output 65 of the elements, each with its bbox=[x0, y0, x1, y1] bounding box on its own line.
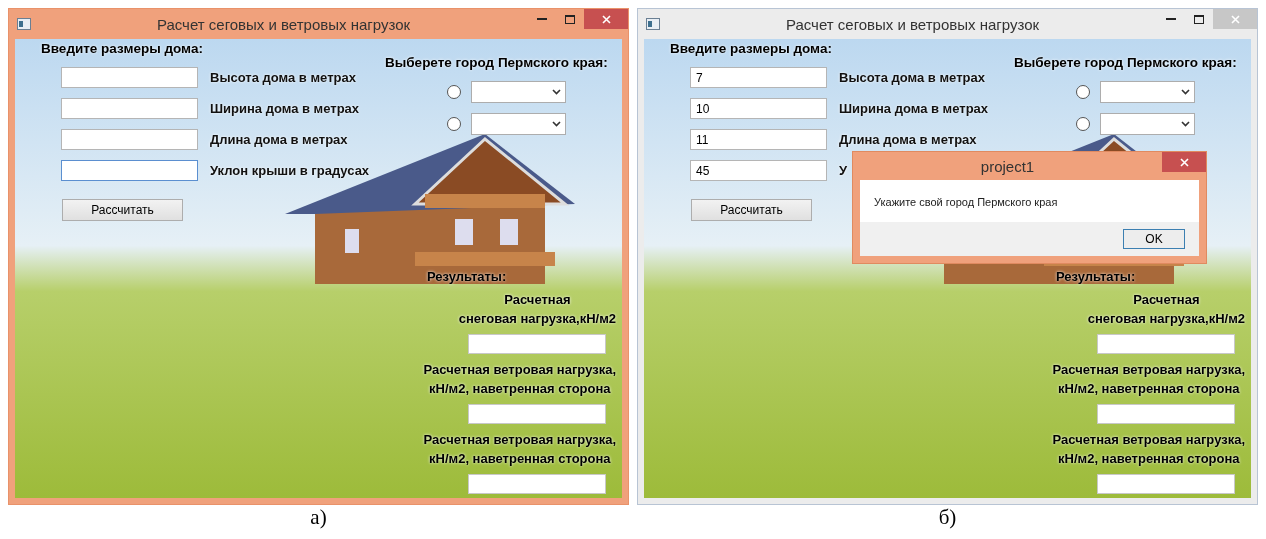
field-label: Высота дома в метрах bbox=[839, 70, 985, 85]
result-label: Расчетная ветровая нагрузка, кН/м2, наветренная сторона bbox=[1052, 361, 1245, 398]
close-icon bbox=[1179, 157, 1189, 167]
radio-button[interactable] bbox=[1076, 85, 1090, 99]
result-label: Расчетная снеговая нагрузка,кН/м2 bbox=[1087, 291, 1245, 328]
city-heading: Выберете город Пермского края: bbox=[385, 55, 608, 70]
input-field[interactable] bbox=[61, 160, 198, 181]
input-field[interactable]: 10 bbox=[690, 98, 827, 119]
app-icon bbox=[646, 18, 660, 30]
minimize-icon bbox=[1166, 18, 1176, 20]
app-icon bbox=[17, 18, 31, 30]
dimensions-heading: Введите размеры дома: bbox=[670, 41, 832, 56]
minimize-icon bbox=[537, 18, 547, 20]
dialog-message: Укажите свой город Пермского края bbox=[874, 196, 1058, 208]
calculate-button[interactable]: Рассчитать bbox=[62, 199, 183, 221]
result-field[interactable] bbox=[468, 474, 606, 494]
input-field[interactable] bbox=[61, 98, 198, 119]
city-dropdown[interactable] bbox=[1100, 81, 1195, 103]
radio-button[interactable] bbox=[1076, 117, 1090, 131]
window-title: Расчет сеговых и ветровых нагрузок bbox=[784, 15, 1041, 33]
field-label: Длина дома в метрах bbox=[839, 132, 977, 147]
city-dropdown[interactable] bbox=[471, 81, 566, 103]
city-dropdown[interactable] bbox=[1100, 113, 1195, 135]
ok-button[interactable]: OK bbox=[1123, 229, 1185, 249]
close-icon bbox=[601, 14, 611, 24]
field-label: Длина дома в метрах bbox=[210, 132, 348, 147]
results-heading: Результаты: bbox=[1056, 269, 1136, 284]
field-label: У bbox=[839, 163, 848, 178]
maximize-icon bbox=[1194, 14, 1204, 24]
input-field[interactable]: 45 bbox=[690, 160, 827, 181]
input-field[interactable]: 7 bbox=[690, 67, 827, 88]
close-icon bbox=[1230, 14, 1240, 24]
result-label: Расчетная ветровая нагрузка, кН/м2, наветренная сторона bbox=[423, 431, 616, 468]
dimensions-heading: Введите размеры дома: bbox=[41, 41, 203, 56]
results-heading: Результаты: bbox=[427, 269, 507, 284]
radio-button[interactable] bbox=[447, 85, 461, 99]
result-label: Расчетная ветровая нагрузка, кН/м2, наветренная сторона bbox=[423, 361, 616, 398]
field-label: Уклон крыши в градусах bbox=[210, 163, 370, 178]
figure-caption: а) bbox=[310, 505, 327, 529]
window-title: Расчет сеговых и ветровых нагрузок bbox=[155, 15, 412, 33]
close-button[interactable] bbox=[1162, 152, 1206, 172]
input-field[interactable] bbox=[61, 67, 198, 88]
city-dropdown[interactable] bbox=[471, 113, 566, 135]
chevron-down-icon bbox=[1181, 89, 1190, 95]
field-label: Ширина дома в метрах bbox=[839, 101, 989, 116]
chevron-down-icon bbox=[552, 121, 561, 127]
result-field[interactable] bbox=[468, 334, 606, 354]
city-heading: Выберете город Пермского края: bbox=[1014, 55, 1237, 70]
dialog-title: project1 bbox=[979, 157, 1036, 175]
radio-button[interactable] bbox=[447, 117, 461, 131]
result-field[interactable] bbox=[1097, 474, 1235, 494]
field-label: Высота дома в метрах bbox=[210, 70, 356, 85]
result-label: Расчетная снеговая нагрузка,кН/м2 bbox=[458, 291, 616, 328]
calculate-button[interactable]: Рассчитать bbox=[691, 199, 812, 221]
input-field[interactable]: 11 bbox=[690, 129, 827, 150]
maximize-icon bbox=[565, 14, 575, 24]
chevron-down-icon bbox=[552, 89, 561, 95]
figure-caption: б) bbox=[938, 505, 957, 529]
chevron-down-icon bbox=[1181, 121, 1190, 127]
input-field[interactable] bbox=[61, 129, 198, 150]
result-label: Расчетная ветровая нагрузка, кН/м2, наветренная сторона bbox=[1052, 431, 1245, 468]
field-label: Ширина дома в метрах bbox=[210, 101, 360, 116]
result-field[interactable] bbox=[468, 404, 606, 424]
result-field[interactable] bbox=[1097, 334, 1235, 354]
result-field[interactable] bbox=[1097, 404, 1235, 424]
